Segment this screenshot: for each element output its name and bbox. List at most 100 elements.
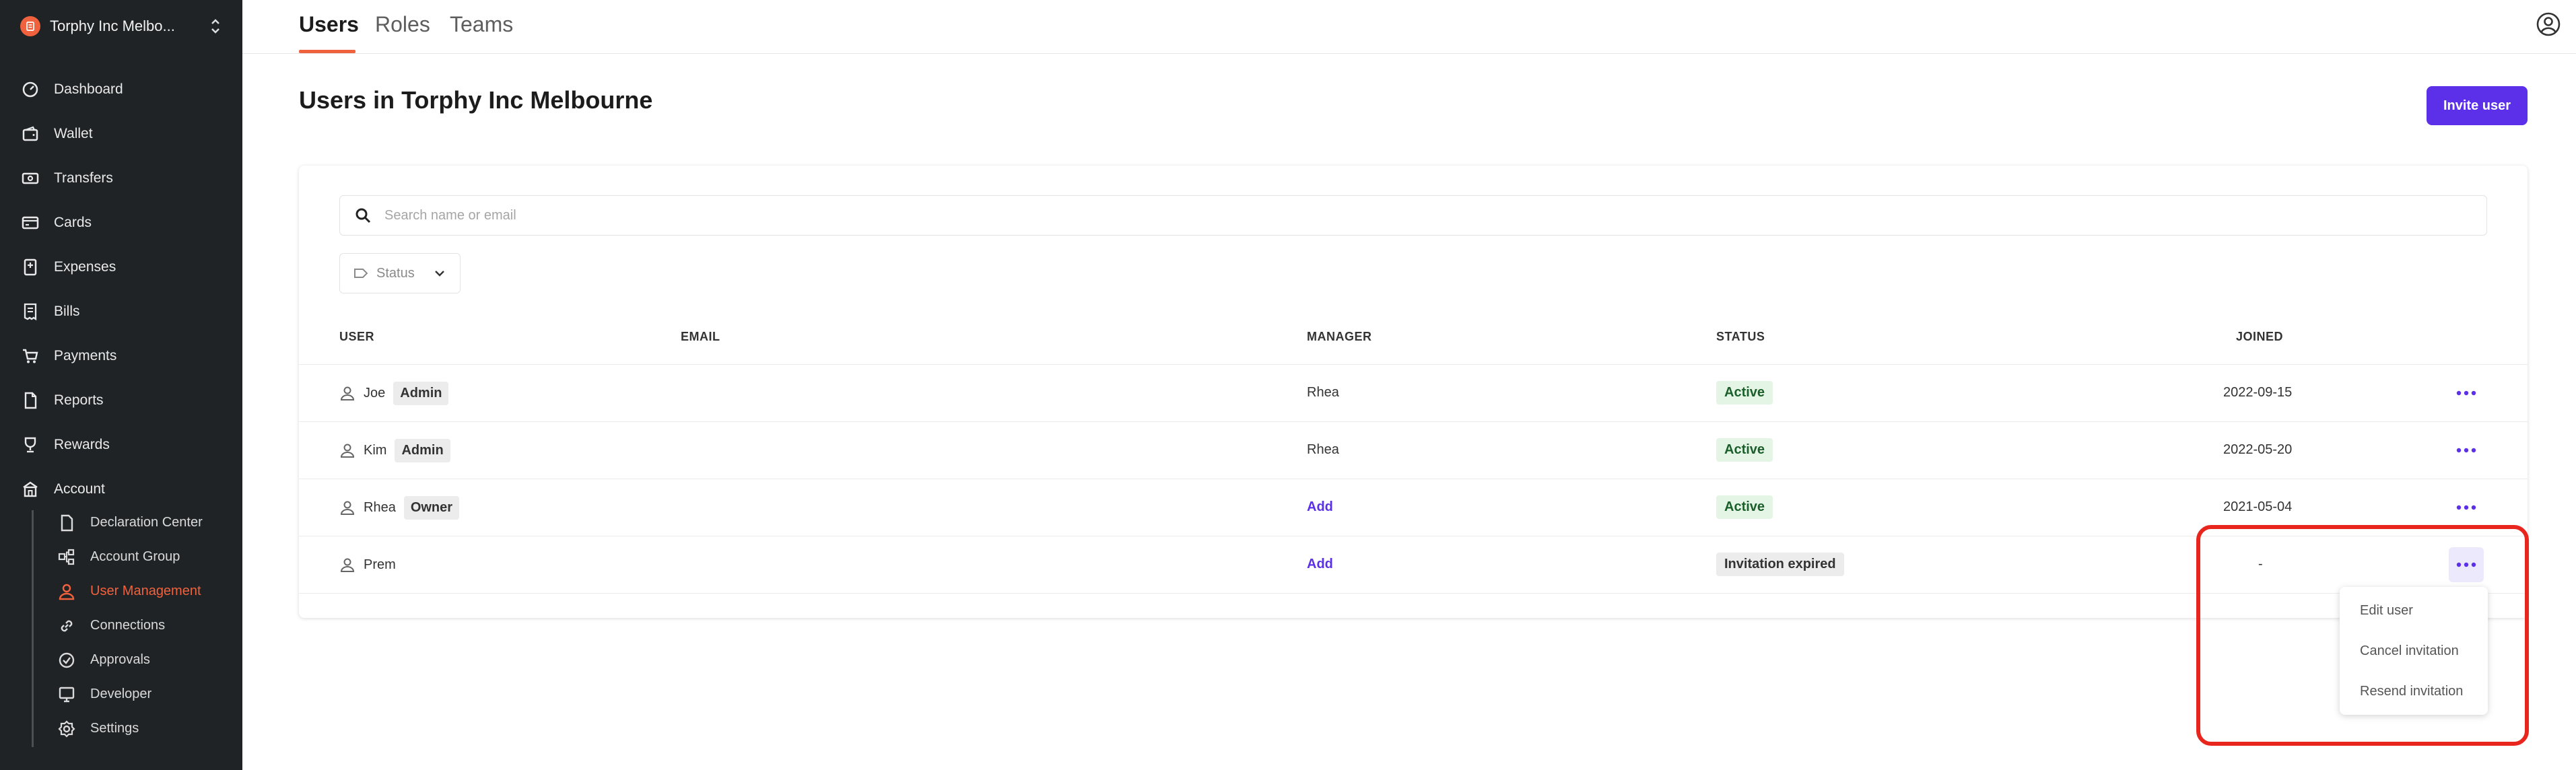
tag-icon <box>354 269 368 278</box>
nav-label: Dashboard <box>54 81 123 97</box>
search-box[interactable] <box>339 195 2487 236</box>
user-cell: Kim Admin <box>339 437 450 464</box>
subnav-label: Account Group <box>90 549 180 564</box>
nav-item-rewards[interactable]: Rewards <box>0 423 242 467</box>
reports-icon <box>24 392 37 409</box>
chevron-updown-icon <box>209 16 222 36</box>
main-nav: Dashboard Wallet Transfers Cards Expense… <box>0 67 242 512</box>
subnav-item-connections[interactable]: Connections <box>0 608 242 643</box>
manager-cell: Rhea <box>1307 442 1339 457</box>
nav-item-bills[interactable]: Bills <box>0 289 242 334</box>
search-input[interactable] <box>384 207 2404 223</box>
expenses-icon <box>24 258 37 276</box>
nav-item-reports[interactable]: Reports <box>0 378 242 423</box>
status-badge: Active <box>1716 495 1773 519</box>
row-divider <box>299 593 2528 594</box>
status-filter-label: Status <box>376 265 415 281</box>
row-divider <box>299 364 2528 365</box>
more-horizontal-icon <box>2456 448 2476 453</box>
tab-roles[interactable]: Roles <box>375 12 430 37</box>
more-horizontal-icon <box>2456 390 2476 396</box>
subnav-item-declaration-center[interactable]: Declaration Center <box>0 505 242 540</box>
row-actions-button[interactable] <box>2449 490 2484 525</box>
status-badge: Invitation expired <box>1716 553 1844 576</box>
transfers-icon <box>22 172 39 184</box>
nav-label: Rewards <box>54 437 110 452</box>
subnav-label: Developer <box>90 687 152 701</box>
account-subnav: Declaration Center Account Group User Ma… <box>0 505 242 746</box>
status-badge: Active <box>1716 438 1773 462</box>
invite-user-button[interactable]: Invite user <box>2427 86 2528 125</box>
role-badge: Admin <box>395 438 450 462</box>
status-filter-dropdown[interactable]: Status <box>339 253 461 293</box>
nav-item-wallet[interactable]: Wallet <box>0 112 242 156</box>
nav-label: Cards <box>54 215 92 230</box>
add-manager-link[interactable]: Add <box>1307 499 1333 515</box>
role-badge: Admin <box>393 381 449 405</box>
users-card: Status USER EMAIL MANAGER STATUS JOINED … <box>299 166 2528 618</box>
user-cell: Prem <box>339 551 396 578</box>
nav-label: Payments <box>54 348 117 363</box>
profile-button[interactable] <box>2536 11 2561 37</box>
profile-icon <box>2536 12 2561 36</box>
document-icon <box>61 514 73 531</box>
wallet-icon <box>22 126 38 141</box>
subnav-item-developer[interactable]: Developer <box>0 677 242 711</box>
column-header-joined: JOINED <box>2236 330 2284 343</box>
nav-label: Bills <box>54 304 80 319</box>
subnav-item-settings[interactable]: Settings <box>0 711 242 746</box>
subnav-label: Declaration Center <box>90 515 203 530</box>
add-manager-link[interactable]: Add <box>1307 557 1333 572</box>
user-icon <box>340 501 355 515</box>
chevron-down-icon <box>434 271 444 277</box>
more-horizontal-icon <box>2456 505 2476 510</box>
user-cell: Rhea Owner <box>339 494 460 521</box>
row-actions-button[interactable] <box>2449 376 2484 411</box>
user-icon <box>340 386 355 400</box>
subnav-label: User Management <box>90 584 201 598</box>
nav-item-dashboard[interactable]: Dashboard <box>0 67 242 112</box>
cards-icon <box>22 216 39 230</box>
nav-label: Expenses <box>54 259 116 275</box>
tab-users[interactable]: Users <box>299 12 359 37</box>
org-logo-icon <box>20 16 40 36</box>
annotation-highlight-box <box>2196 525 2529 746</box>
joined-cell: 2022-09-15 <box>2223 385 2293 400</box>
role-badge: Owner <box>403 495 460 520</box>
page-title: Users in Torphy Inc Melbourne <box>299 86 653 114</box>
subnav-label: Settings <box>90 721 139 736</box>
user-icon <box>340 558 355 572</box>
gear-icon <box>58 720 75 738</box>
rewards-icon <box>24 437 36 453</box>
link-icon <box>61 620 73 631</box>
column-header-email: EMAIL <box>681 330 720 343</box>
nav-item-cards[interactable]: Cards <box>0 201 242 245</box>
column-header-manager: MANAGER <box>1307 330 1372 343</box>
bills-icon <box>24 303 37 320</box>
subnav-item-approvals[interactable]: Approvals <box>0 643 242 677</box>
user-name: Kim <box>364 442 387 458</box>
subnav-label: Approvals <box>90 652 150 667</box>
subnav-item-user-management[interactable]: User Management <box>0 574 242 608</box>
search-icon <box>355 208 371 223</box>
user-name: Prem <box>364 557 396 572</box>
user-icon <box>59 584 75 600</box>
org-switcher[interactable]: Torphy Inc Melbo... <box>20 15 222 38</box>
nav-item-expenses[interactable]: Expenses <box>0 245 242 289</box>
check-circle-icon <box>59 652 75 668</box>
tab-teams[interactable]: Teams <box>450 12 513 37</box>
user-icon <box>340 444 355 458</box>
row-actions-button[interactable] <box>2449 433 2484 468</box>
user-cell: Joe Admin <box>339 380 449 407</box>
column-header-status: STATUS <box>1716 330 1765 343</box>
subnav-item-account-group[interactable]: Account Group <box>0 540 242 574</box>
user-name: Joe <box>364 385 386 400</box>
nav-item-transfers[interactable]: Transfers <box>0 156 242 201</box>
subnav-label: Connections <box>90 618 166 633</box>
sidebar: Torphy Inc Melbo... Dashboard Wallet Tra… <box>0 0 242 770</box>
status-badge: Active <box>1716 381 1773 405</box>
top-tabs-bar: Users Roles Teams <box>242 0 2576 54</box>
active-tab-indicator <box>299 50 355 53</box>
nav-item-payments[interactable]: Payments <box>0 334 242 378</box>
payments-icon <box>23 349 38 363</box>
